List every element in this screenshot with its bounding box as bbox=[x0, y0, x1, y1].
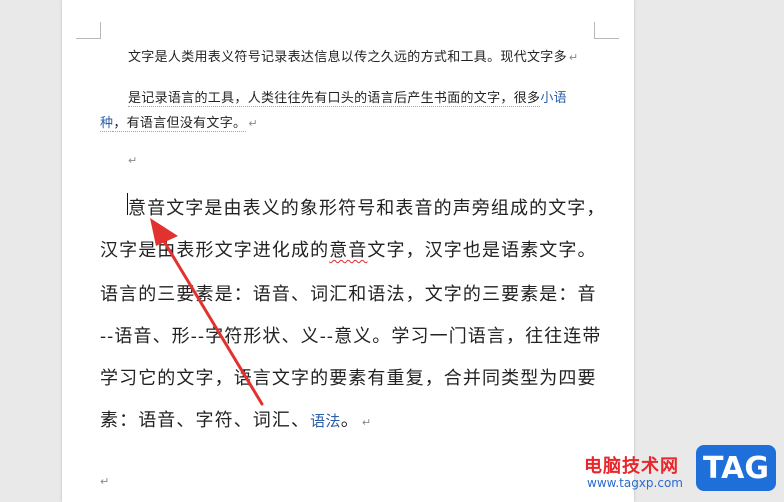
arrow-shaft bbox=[160, 236, 264, 406]
watermark-tag-logo: TAG bbox=[696, 445, 776, 491]
annotation-arrow bbox=[150, 218, 264, 406]
watermark-site-name: 电脑技术网 bbox=[584, 456, 679, 477]
watermark-url: www.tagxp.com bbox=[587, 476, 683, 490]
arrow-head bbox=[150, 218, 178, 246]
